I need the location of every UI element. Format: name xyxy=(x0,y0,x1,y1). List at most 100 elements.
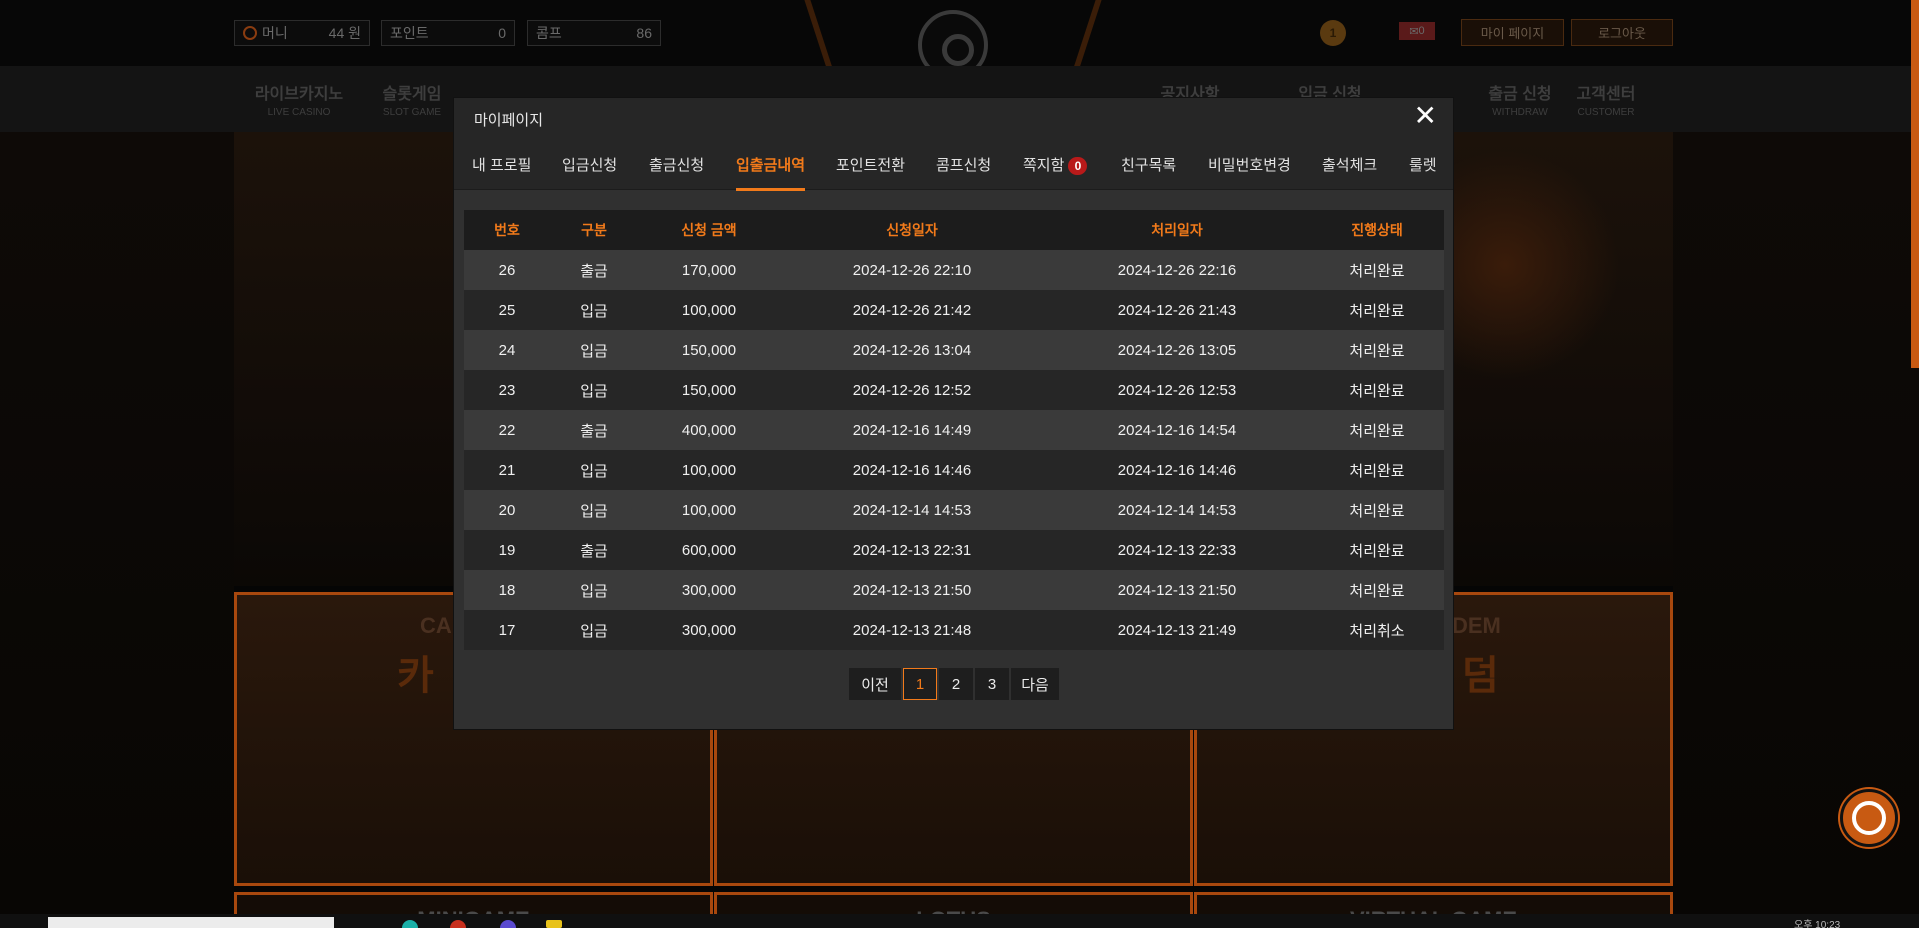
table-row: 19 출금 600,000 2024-12-13 22:31 2024-12-13 22… xyxy=(464,530,1444,570)
cell-amount: 100,000 xyxy=(681,501,737,519)
cell-number: 21 xyxy=(498,461,516,479)
unread-badge: 0 xyxy=(1068,157,1088,175)
col-header-process-date: 처리일자 xyxy=(1151,222,1203,238)
cell-type: 입금 xyxy=(580,382,608,400)
table-row: 24 입금 150,000 2024-12-26 13:04 2024-12-26 13… xyxy=(464,330,1444,370)
cell-status: 처리완료 xyxy=(1349,342,1405,360)
cell-type: 입금 xyxy=(580,342,608,360)
cell-process-date: 2024-12-13 22:33 xyxy=(1117,541,1237,559)
cell-amount: 100,000 xyxy=(681,301,737,319)
point-label: 포인트 xyxy=(390,25,429,41)
cell-status: 처리완료 xyxy=(1349,542,1405,560)
top-bar: 머니 44 원 포인트 0 콤프 86 1 ✉ 0 마이 페이지 로그아웃 xyxy=(0,0,1919,96)
cell-type: 출금 xyxy=(580,422,608,440)
cell-request-date: 2024-12-14 14:53 xyxy=(852,501,972,519)
page-button-3[interactable]: 3 xyxy=(975,668,1009,700)
scrollbar-thumb[interactable] xyxy=(1911,0,1919,368)
cell-number: 24 xyxy=(498,341,516,359)
cell-amount: 300,000 xyxy=(681,621,737,639)
taskbar-app-icon[interactable] xyxy=(546,920,562,928)
tab-messages-label: 쪽지함 xyxy=(1023,157,1065,174)
col-header-number: 번호 xyxy=(494,222,520,238)
cell-amount: 600,000 xyxy=(681,541,737,559)
taskbar-window-preview[interactable] xyxy=(48,917,334,928)
cell-process-date: 2024-12-26 22:16 xyxy=(1117,261,1237,279)
cell-process-date: 2024-12-13 21:50 xyxy=(1117,581,1237,599)
tab-deposit-request[interactable]: 입금신청 xyxy=(562,154,617,175)
table-row: 17 입금 300,000 2024-12-13 21:48 2024-12-13 21… xyxy=(464,610,1444,650)
cell-request-date: 2024-12-16 14:46 xyxy=(852,461,972,479)
comp-value: 86 xyxy=(636,25,652,41)
tab-withdraw-request[interactable]: 출금신청 xyxy=(649,154,704,175)
money-display: 머니 44 원 xyxy=(234,20,370,46)
cell-status: 처리완료 xyxy=(1349,582,1405,600)
cell-request-date: 2024-12-26 21:42 xyxy=(852,301,972,319)
page-button-2[interactable]: 2 xyxy=(939,668,973,700)
tab-friends[interactable]: 친구목록 xyxy=(1121,154,1176,175)
coin-icon xyxy=(243,26,257,40)
tab-profile[interactable]: 내 프로필 xyxy=(472,154,531,175)
modal-tabs: 내 프로필 입금신청 출금신청 입출금내역 포인트전환 콤프신청 쪽지함 0 친구… xyxy=(454,140,1453,191)
tab-roulette[interactable]: 룰렛 xyxy=(1409,154,1437,175)
cell-process-date: 2024-12-16 14:54 xyxy=(1117,421,1237,439)
cell-request-date: 2024-12-26 12:52 xyxy=(852,381,972,399)
page-button-1[interactable]: 1 xyxy=(903,668,937,700)
next-page-button[interactable]: 다음 xyxy=(1011,668,1059,700)
modal-header: 마이페이지 ✕ xyxy=(454,98,1453,140)
nav-customer[interactable]: 고객센터 CUSTOMER xyxy=(1566,80,1646,118)
cell-amount: 400,000 xyxy=(681,421,737,439)
cell-request-date: 2024-12-16 14:49 xyxy=(852,421,972,439)
nav-label: 슬롯게임 xyxy=(382,86,442,103)
table-row: 22 출금 400,000 2024-12-16 14:49 2024-12-16 14… xyxy=(464,410,1444,450)
nav-live-casino[interactable]: 라이브카지노 LIVE CASINO xyxy=(250,80,348,118)
nav-sublabel: LIVE CASINO xyxy=(267,107,331,118)
col-header-status: 진행상태 xyxy=(1351,222,1403,238)
comp-display: 콤프 86 xyxy=(527,20,661,46)
cell-amount: 150,000 xyxy=(681,381,737,399)
point-display: 포인트 0 xyxy=(381,20,515,46)
tab-attendance[interactable]: 출석체크 xyxy=(1322,154,1377,175)
cell-type: 입금 xyxy=(580,462,608,480)
cell-number: 26 xyxy=(498,261,516,279)
floating-chat-button[interactable] xyxy=(1840,789,1898,847)
col-header-request-date: 신청일자 xyxy=(886,222,938,238)
cell-status: 처리완료 xyxy=(1349,302,1405,320)
cell-amount: 100,000 xyxy=(681,461,737,479)
cell-amount: 170,000 xyxy=(681,261,737,279)
cell-process-date: 2024-12-14 14:53 xyxy=(1117,501,1237,519)
card-title: CA xyxy=(420,613,452,638)
cell-type: 출금 xyxy=(580,542,608,560)
tab-change-password[interactable]: 비밀번호변경 xyxy=(1208,154,1291,175)
cell-status: 처리취소 xyxy=(1349,622,1405,640)
table-row: 21 입금 100,000 2024-12-16 14:46 2024-12-16 14… xyxy=(464,450,1444,490)
nav-sublabel: SLOT GAME xyxy=(382,107,442,118)
prev-page-button[interactable]: 이전 xyxy=(849,668,901,700)
logout-button[interactable]: 로그아웃 xyxy=(1571,19,1673,46)
cell-request-date: 2024-12-13 21:50 xyxy=(852,581,972,599)
cell-process-date: 2024-12-13 21:49 xyxy=(1117,621,1237,639)
point-value: 0 xyxy=(498,25,506,41)
modal-title: 마이페이지 xyxy=(474,112,544,129)
cell-request-date: 2024-12-26 13:04 xyxy=(852,341,972,359)
nav-slot-game[interactable]: 슬롯게임 SLOT GAME xyxy=(372,80,452,118)
tab-transaction-history[interactable]: 입출금내역 xyxy=(736,154,806,191)
cell-request-date: 2024-12-26 22:10 xyxy=(852,261,972,279)
nav-withdraw[interactable]: 출금 신청 WITHDRAW xyxy=(1480,80,1560,118)
pagination: 이전 1 2 3 다음 xyxy=(849,668,1059,700)
tab-comp-request[interactable]: 콤프신청 xyxy=(936,154,991,175)
cell-number: 20 xyxy=(498,501,516,519)
card-title: DEM xyxy=(1452,613,1501,638)
table-row: 23 입금 150,000 2024-12-26 12:52 2024-12-26 12… xyxy=(464,370,1444,410)
close-icon[interactable]: ✕ xyxy=(1414,101,1437,131)
cell-status: 처리완료 xyxy=(1349,502,1405,520)
mypage-button[interactable]: 마이 페이지 xyxy=(1461,19,1564,46)
tab-point-convert[interactable]: 포인트전환 xyxy=(836,154,905,175)
cell-number: 19 xyxy=(498,541,516,559)
tab-messages[interactable]: 쪽지함 0 xyxy=(1023,154,1088,175)
cell-request-date: 2024-12-13 21:48 xyxy=(852,621,972,639)
cell-process-date: 2024-12-26 13:05 xyxy=(1117,341,1237,359)
message-badge[interactable]: ✉ 0 xyxy=(1399,22,1435,40)
table-row: 26 출금 170,000 2024-12-26 22:10 2024-12-26 22… xyxy=(464,250,1444,290)
nav-label: 라이브카지노 xyxy=(254,86,344,103)
nav-sublabel: WITHDRAW xyxy=(1492,107,1548,118)
